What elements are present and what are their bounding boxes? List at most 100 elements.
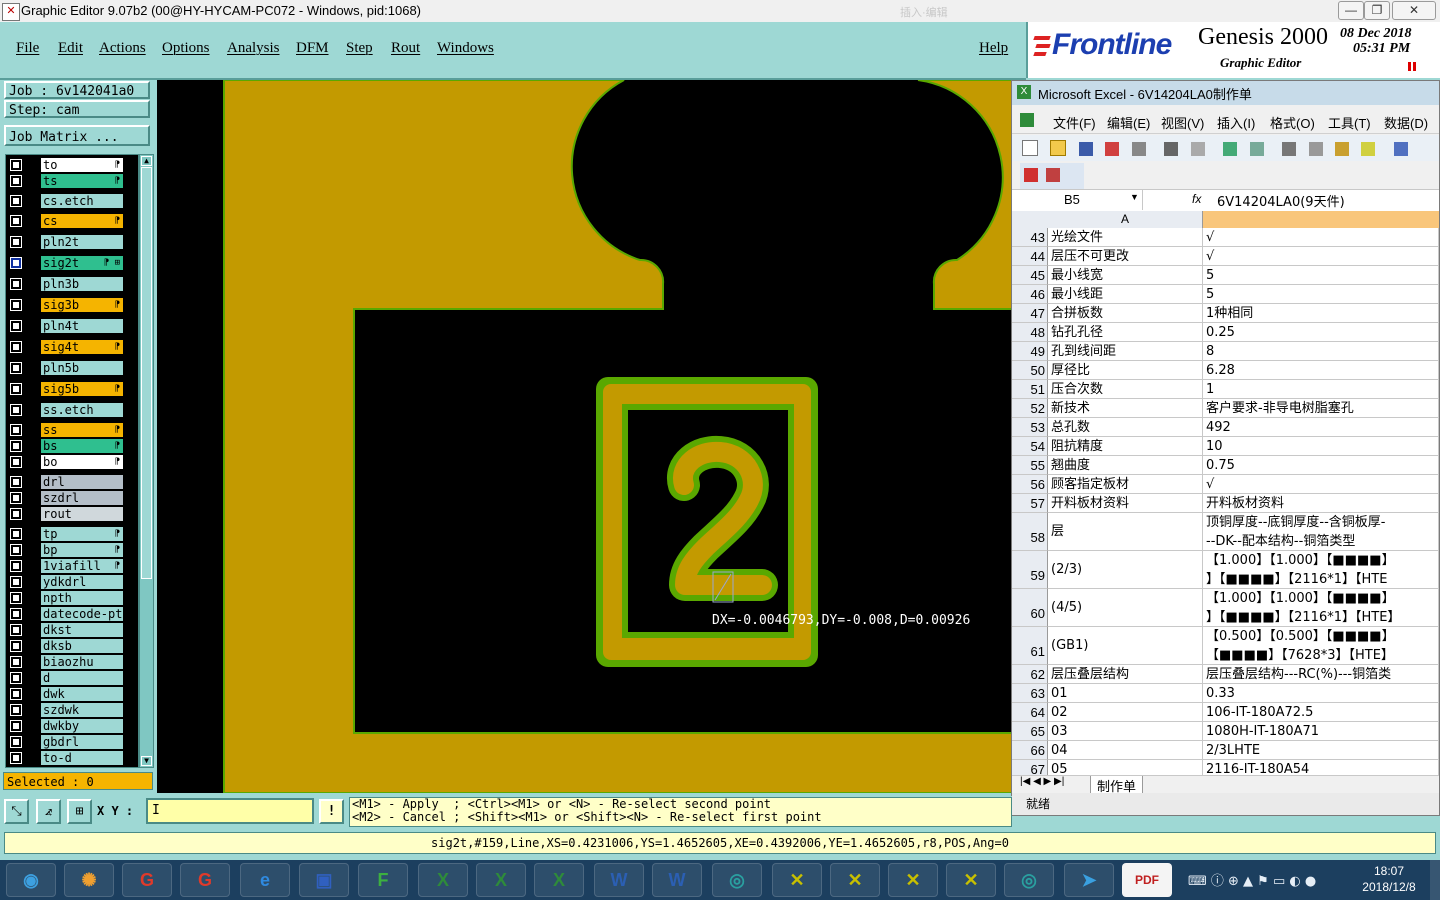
menu-file[interactable]: File [16, 40, 39, 57]
pause-icon[interactable] [1408, 62, 1411, 71]
row-number[interactable]: 57 [1012, 494, 1048, 513]
menu-actions[interactable]: Actions [99, 40, 146, 57]
cell-b[interactable]: 0.25 [1203, 323, 1439, 342]
cell-b[interactable]: 106-IT-180A72.5 [1203, 703, 1439, 722]
pcb-drawing[interactable]: DX=-0.0046793,DY=-0.008,D=0.00926 [157, 80, 1012, 793]
layer-checkbox[interactable] [10, 592, 22, 604]
layer-name[interactable]: dkst [41, 623, 123, 637]
pdf-settings-icon[interactable] [1046, 168, 1060, 182]
row-number[interactable]: 66 [1012, 741, 1048, 760]
menu-options[interactable]: Options [162, 40, 210, 57]
row-number[interactable]: 59 [1012, 551, 1048, 589]
shell-app-icon[interactable]: ✺ [64, 863, 114, 897]
layer-row-npth[interactable]: npth [6, 591, 138, 605]
layer-row-drl[interactable]: drl [6, 475, 138, 489]
layer-checkbox[interactable] [10, 624, 22, 636]
sheet-grid[interactable]: 43 光绘文件 √ 44 层压不可更改 √ 45 最小线宽 5 46 最小线距 5 47 合拼板数 1种相同… [1012, 228, 1439, 776]
layer-checkbox[interactable] [10, 656, 22, 668]
editor-window-1-icon[interactable]: ✕ [772, 863, 822, 897]
menu-help[interactable]: Help [979, 40, 1008, 57]
menu-rout[interactable]: Rout [391, 40, 420, 57]
layer-checkbox[interactable] [10, 736, 22, 748]
measure-tool-button[interactable]: ⦨ [36, 799, 61, 824]
cell-b[interactable]: √ [1203, 475, 1439, 494]
name-box-dropdown-icon[interactable]: ▼ [1130, 192, 1139, 202]
menu-analysis[interactable]: Analysis [227, 40, 280, 57]
cell-b[interactable]: √ [1203, 247, 1439, 266]
layer-name[interactable]: pln5b [41, 361, 123, 375]
row-number[interactable]: 65 [1012, 722, 1048, 741]
excel-menu-view[interactable]: 视图(V) [1161, 113, 1204, 132]
layer-checkbox[interactable] [10, 640, 22, 652]
row-number[interactable]: 45 [1012, 266, 1048, 285]
layer-name[interactable]: cs ⁋ [41, 214, 123, 228]
excel-menu-edit[interactable]: 编辑(E) [1107, 113, 1150, 132]
layer-row-d[interactable]: d [6, 671, 138, 685]
cell-a[interactable]: 孔到线间距 [1048, 342, 1203, 361]
word-1-icon[interactable]: W [594, 863, 644, 897]
cell-a[interactable]: 压合次数 [1048, 380, 1203, 399]
snap-tool-button[interactable]: ⤡ [4, 799, 29, 824]
layer-name[interactable]: ss.etch [41, 403, 123, 417]
cell-b[interactable]: 2116-IT-180A54 [1203, 760, 1439, 776]
layer-name[interactable]: pln4t [41, 319, 123, 333]
layer-name[interactable]: bo ⁋ [41, 455, 123, 469]
layer-name[interactable]: dwk [41, 687, 123, 701]
row-number[interactable]: 67 [1012, 760, 1048, 776]
row-number[interactable]: 51 [1012, 380, 1048, 399]
cell-a[interactable]: 04 [1048, 741, 1203, 760]
layer-row-szdwk[interactable]: szdwk [6, 703, 138, 717]
cell-a[interactable]: 阻抗精度 [1048, 437, 1203, 456]
eye-app-1-icon[interactable]: ◎ [712, 863, 762, 897]
layer-row-bo[interactable]: bo ⁋ [6, 455, 138, 469]
layer-checkbox[interactable] [10, 320, 22, 332]
layer-row-dkst[interactable]: dkst [6, 623, 138, 637]
layer-checkbox[interactable] [10, 672, 22, 684]
cell-a[interactable]: 最小线距 [1048, 285, 1203, 304]
layer-checkbox[interactable] [10, 404, 22, 416]
genesis-app-2-icon[interactable]: G [180, 863, 230, 897]
layer-name[interactable]: dwkby [41, 719, 123, 733]
minimize-button[interactable]: — [1338, 1, 1364, 20]
cell-a[interactable]: 05 [1048, 760, 1203, 776]
layer-name[interactable]: biaozhu [41, 655, 123, 669]
maximize-button[interactable]: ❐ [1364, 1, 1390, 20]
editor-window-3-icon[interactable]: ✕ [888, 863, 938, 897]
xy-input[interactable]: I [146, 798, 314, 824]
layer-row-datecode-ptc[interactable]: datecode-ptc [6, 607, 138, 621]
row-number[interactable]: 47 [1012, 304, 1048, 323]
cell-a[interactable]: 顾客指定板材 [1048, 475, 1203, 494]
row-number[interactable]: 62 [1012, 665, 1048, 684]
layer-checkbox[interactable] [10, 175, 22, 187]
cell-b[interactable]: 0.33 [1203, 684, 1439, 703]
layer-row-ts[interactable]: ts ⁋ [6, 174, 138, 188]
row-number[interactable]: 48 [1012, 323, 1048, 342]
cell-b[interactable]: 0.75 [1203, 456, 1439, 475]
cell-b[interactable]: 5 [1203, 285, 1439, 304]
pdf-export-icon[interactable] [1024, 168, 1038, 182]
row-number[interactable]: 63 [1012, 684, 1048, 703]
cell-a[interactable]: 翘曲度 [1048, 456, 1203, 475]
cell-a[interactable]: (4/5) [1048, 589, 1203, 627]
name-box[interactable]: B5 ▼ [1012, 190, 1143, 210]
job-matrix-button[interactable]: Job Matrix ... [4, 125, 150, 146]
layer-checkbox[interactable] [10, 608, 22, 620]
cell-b[interactable]: 6.28 [1203, 361, 1439, 380]
layer-row-biaozhu[interactable]: biaozhu [6, 655, 138, 669]
graphic-canvas[interactable]: DX=-0.0046793,DY=-0.008,D=0.00926 [157, 80, 1012, 793]
cell-a[interactable]: 新技术 [1048, 399, 1203, 418]
layer-checkbox[interactable] [10, 299, 22, 311]
editor-window-4-icon[interactable]: ✕ [946, 863, 996, 897]
layer-row-dwk[interactable]: dwk [6, 687, 138, 701]
layer-row-ss-etch[interactable]: ss.etch [6, 403, 138, 417]
cell-a[interactable]: 光绘文件 [1048, 228, 1203, 247]
layer-name[interactable]: rout [41, 507, 123, 521]
layer-name[interactable]: drl [41, 475, 123, 489]
cell-b[interactable]: 1 [1203, 380, 1439, 399]
layer-name[interactable]: to ⁋ [41, 158, 123, 172]
row-number[interactable]: 55 [1012, 456, 1048, 475]
layer-row-sig5b[interactable]: sig5b ⁋ [6, 382, 138, 396]
layer-checkbox[interactable] [10, 341, 22, 353]
layer-checkbox[interactable] [10, 195, 22, 207]
layer-checkbox[interactable] [10, 492, 22, 504]
